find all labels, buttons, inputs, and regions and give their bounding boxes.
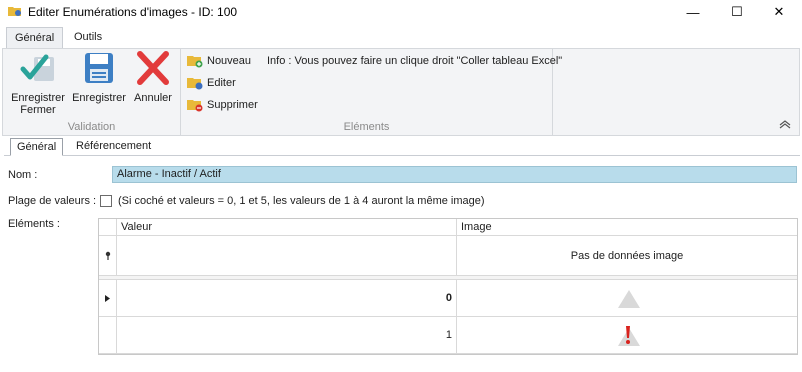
new-row-pin-icon [105, 251, 110, 260]
collapse-ribbon-icon[interactable] [779, 119, 791, 129]
content-tabbar: Général Référencement [4, 138, 800, 156]
folder-delete-icon [187, 100, 203, 112]
cancel-button[interactable]: Annuler [129, 51, 177, 104]
ribbon-tabbar: Général Outils [0, 27, 802, 48]
close-button[interactable]: ✕ [760, 0, 798, 24]
save-close-button[interactable]: Enregistrer Fermer [7, 51, 69, 116]
elements-group: Nouveau Editer Supprimer Info : Vous pou… [181, 49, 562, 135]
range-label: Plage de valeurs : [8, 195, 97, 207]
save-button[interactable]: Enregistrer [71, 51, 127, 104]
excel-paste-info: Info : Vous pouvez faire un clique droit… [267, 55, 563, 67]
table-row-0-image[interactable] [457, 280, 797, 317]
row-indicator-selected[interactable] [99, 280, 117, 317]
table-row-0-value[interactable]: 0 [117, 280, 457, 317]
elements-label: Eléments : [8, 218, 60, 230]
validation-group: Enregistrer Fermer Enregistrer Annuler V… [3, 49, 181, 135]
delete-label: Supprimer [207, 99, 258, 111]
folder-app-icon [8, 7, 21, 16]
save-close-icon [20, 54, 54, 81]
row-indicator[interactable] [99, 317, 117, 354]
elements-group-label: Eléments [343, 121, 390, 133]
column-header-valeur[interactable]: Valeur [117, 219, 457, 236]
elements-grid: Valeur Image Pas de données image 0 1 [98, 218, 798, 355]
ribbon: Enregistrer Fermer Enregistrer Annuler V… [2, 48, 800, 136]
column-header-image[interactable]: Image [457, 219, 797, 236]
validation-group-label: Validation [67, 121, 116, 133]
grid-corner [99, 219, 117, 236]
new-button[interactable]: Nouveau [187, 52, 251, 70]
new-row-image-cell[interactable]: Pas de données image [457, 236, 797, 276]
table-row-1-image[interactable] [457, 317, 797, 354]
title-bar: Editer Enumérations d'images - ID: 100 —… [0, 0, 802, 24]
save-close-label-1: Enregistrer [11, 92, 65, 104]
floppy-disk-icon [85, 53, 113, 83]
minimize-button[interactable]: — [674, 0, 712, 24]
range-hint: (Si coché et valeurs = 0, 1 et 5, les va… [118, 195, 485, 207]
maximize-button[interactable]: ☐ [718, 0, 756, 24]
tab-referencement[interactable]: Référencement [70, 138, 157, 156]
tab-general[interactable]: Général [6, 27, 64, 48]
save-close-label-2: Fermer [20, 104, 56, 116]
name-label: Nom : [8, 169, 38, 181]
tab-outils[interactable]: Outils [66, 27, 110, 48]
cancel-x-icon [137, 51, 169, 85]
edit-label: Editer [207, 77, 236, 89]
folder-edit-icon [187, 78, 203, 90]
edit-button[interactable]: Editer [187, 74, 236, 92]
new-row-indicator[interactable] [99, 236, 117, 276]
tab-general-content[interactable]: Général [10, 138, 64, 156]
window-title: Editer Enumérations d'images - ID: 100 [28, 5, 238, 19]
alarm-triangle-red-exclamation-icon [618, 326, 640, 346]
save-label: Enregistrer [72, 92, 126, 104]
table-row-1-value[interactable]: 1 [117, 317, 457, 354]
range-checkbox[interactable] [100, 195, 112, 207]
warning-triangle-gray-icon [618, 290, 640, 308]
row-pointer-icon [105, 295, 110, 303]
new-row-value-cell[interactable] [117, 236, 457, 276]
folder-add-icon [187, 56, 203, 68]
name-field[interactable]: Alarme - Inactif / Actif [112, 166, 797, 183]
cancel-label: Annuler [134, 92, 172, 104]
delete-button[interactable]: Supprimer [187, 96, 258, 114]
new-label: Nouveau [207, 55, 252, 67]
